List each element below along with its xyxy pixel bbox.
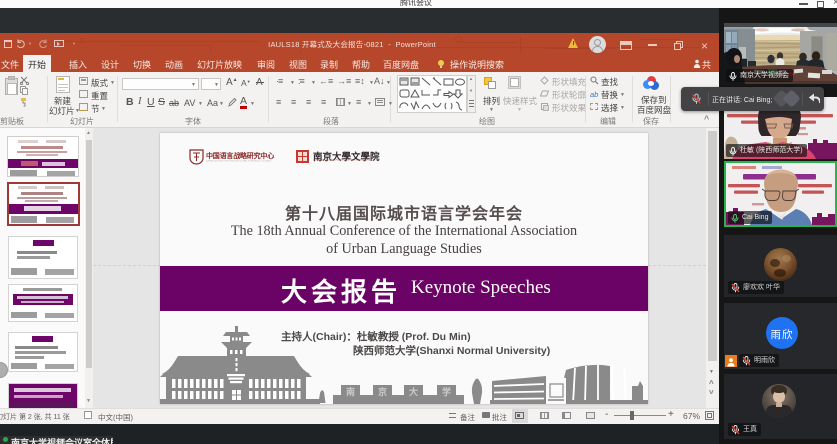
svg-text:南: 南 — [346, 386, 355, 397]
svg-text:学: 学 — [442, 386, 451, 397]
svg-text:大: 大 — [409, 386, 418, 397]
svg-text:京: 京 — [378, 386, 387, 397]
